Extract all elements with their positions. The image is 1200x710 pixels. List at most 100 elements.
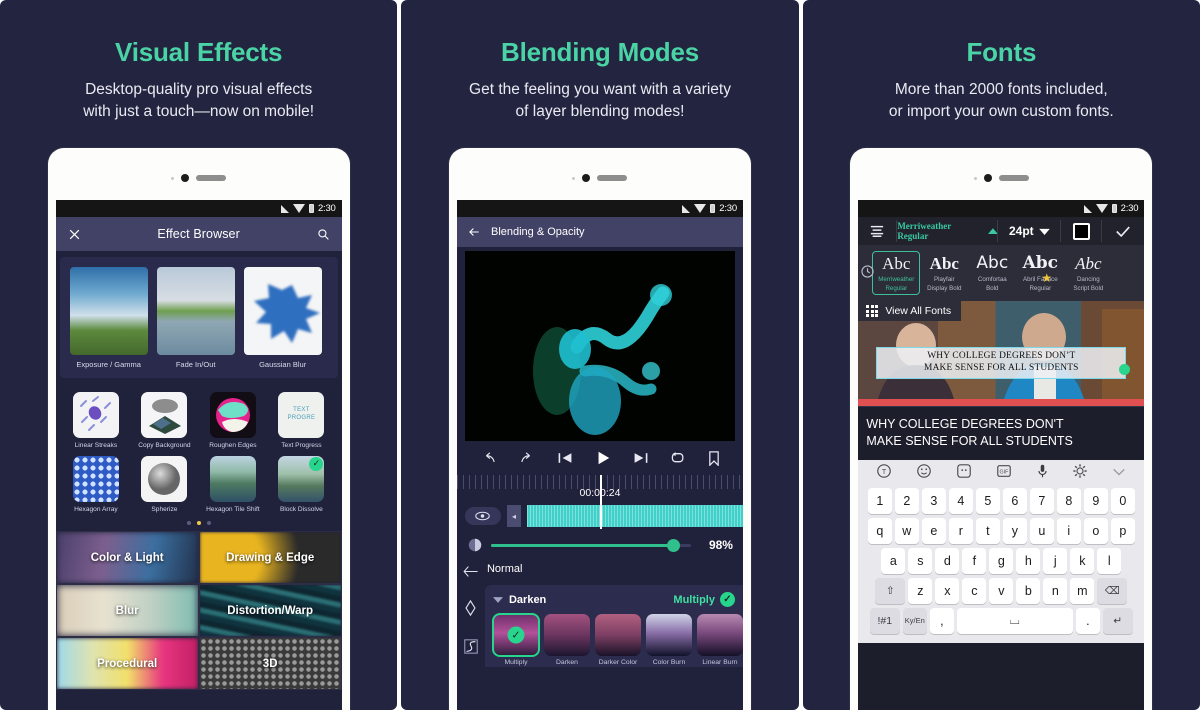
key-b[interactable]: b	[1016, 577, 1041, 604]
effect-item-block-dissolve[interactable]: ✓ Block Dissolve	[269, 455, 334, 514]
effect-list[interactable]: Exposure / Gamma Fade In/Out Gaussian Bl…	[55, 257, 342, 691]
category-procedural[interactable]: Procedural	[55, 637, 199, 691]
effect-item-hexagon-array[interactable]: Hexagon Array	[64, 455, 129, 514]
keyframe-diamond-icon[interactable]	[464, 599, 477, 617]
key-0[interactable]: 0	[1110, 487, 1135, 514]
key-d[interactable]: d	[935, 547, 960, 574]
font-card-abril-fatface-regular[interactable]: Abc Abril Fatface Regular	[1016, 254, 1064, 292]
emoji-icon[interactable]	[916, 463, 932, 482]
featured-effect-item[interactable]: Fade In/Out	[156, 267, 235, 370]
key-q[interactable]: q	[867, 517, 892, 544]
language-key[interactable]: Ky/En	[902, 607, 927, 634]
font-card-merriweather-regular[interactable]: Abc Merriweather Regular	[872, 251, 921, 295]
chevron-down-icon[interactable]	[492, 596, 503, 604]
font-card-playfair-display-bold[interactable]: Abc Playfair Display Bold	[920, 254, 968, 292]
category-3d[interactable]: 3D	[198, 637, 342, 691]
redo-icon[interactable]	[519, 451, 536, 465]
gif-icon[interactable]: GIF	[996, 463, 1012, 482]
video-preview[interactable]	[464, 251, 735, 441]
key-a[interactable]: a	[881, 547, 906, 574]
key-n[interactable]: n	[1043, 577, 1068, 604]
key-1[interactable]: 1	[867, 487, 892, 514]
key-3[interactable]: 3	[921, 487, 946, 514]
playhead[interactable]	[599, 475, 602, 529]
current-blend-mode[interactable]: Normal	[485, 559, 743, 585]
key-k[interactable]: k	[1070, 547, 1095, 574]
undo-icon[interactable]	[480, 451, 497, 465]
loop-icon[interactable]	[670, 451, 686, 466]
comma-key[interactable]: ,	[929, 607, 954, 634]
key-e[interactable]: e	[921, 517, 946, 544]
key-6[interactable]: 6	[1002, 487, 1027, 514]
category-color-and-light[interactable]: Color & Light	[55, 531, 199, 585]
blend-group-header[interactable]: Darken Multiply ✓	[492, 592, 743, 607]
font-carousel[interactable]: Abc Merriweather Regular Abc Playfair Di…	[858, 245, 1145, 301]
blend-mode-item-linear-burn[interactable]: Linear Burn	[696, 614, 743, 667]
symbols-key[interactable]: !#1	[869, 607, 900, 634]
space-key[interactable]: ⌴	[956, 607, 1073, 634]
enter-key[interactable]: ↵	[1102, 607, 1133, 634]
key-x[interactable]: x	[935, 577, 960, 604]
key-i[interactable]: i	[1056, 517, 1081, 544]
font-size-selector[interactable]: 24pt	[998, 217, 1060, 245]
view-all-fonts-button[interactable]: View All Fonts	[858, 301, 962, 321]
key-j[interactable]: j	[1043, 547, 1068, 574]
text-layer-overlay[interactable]: WHY COLLEGE DEGREES DON’T MAKE SENSE FOR…	[876, 347, 1127, 379]
featured-effect-item[interactable]: Gaussian Blur	[243, 267, 322, 370]
opacity-icon[interactable]	[467, 537, 483, 553]
key-2[interactable]: 2	[894, 487, 919, 514]
key-p[interactable]: p	[1110, 517, 1135, 544]
timeline-clip[interactable]	[526, 505, 743, 527]
key-y[interactable]: y	[1002, 517, 1027, 544]
key-8[interactable]: 8	[1056, 487, 1081, 514]
text-rotate-icon[interactable]: T	[876, 463, 892, 482]
key-5[interactable]: 5	[975, 487, 1000, 514]
bookmark-icon[interactable]	[708, 450, 720, 467]
skip-to-start-icon[interactable]	[557, 451, 573, 465]
key-f[interactable]: f	[962, 547, 987, 574]
key-w[interactable]: w	[894, 517, 919, 544]
mic-icon[interactable]	[1036, 463, 1049, 482]
page-dot[interactable]	[206, 521, 211, 526]
featured-effect-item[interactable]: Exposure / Gamma	[69, 267, 148, 370]
page-dot[interactable]	[186, 521, 191, 526]
key-9[interactable]: 9	[1083, 487, 1108, 514]
recent-clock-icon[interactable]	[861, 265, 874, 283]
backspace-key[interactable]: ⌫	[1097, 577, 1128, 604]
blend-mode-item-multiply[interactable]: ✓ Multiply	[491, 613, 540, 667]
effect-item-roughen-edges[interactable]: Roughen Edges	[201, 391, 266, 450]
back-arrow-icon[interactable]	[462, 565, 479, 578]
key-7[interactable]: 7	[1029, 487, 1054, 514]
text-layer-handle[interactable]	[1119, 364, 1131, 375]
key-l[interactable]: l	[1097, 547, 1122, 574]
key-u[interactable]: u	[1029, 517, 1054, 544]
confirm-button[interactable]	[1102, 217, 1144, 245]
timeline-area[interactable]: 00:00:24 ◂	[456, 475, 743, 529]
key-c[interactable]: c	[962, 577, 987, 604]
key-h[interactable]: h	[1016, 547, 1041, 574]
category-distortion-warp[interactable]: Distortion/Warp	[198, 584, 342, 638]
search-icon[interactable]	[317, 228, 330, 241]
text-align-button[interactable]	[858, 217, 896, 245]
category-blur[interactable]: Blur	[55, 584, 199, 638]
key-4[interactable]: 4	[948, 487, 973, 514]
effect-item-hexagon-tile-shift[interactable]: Hexagon Tile Shift	[201, 455, 266, 514]
page-dot-active[interactable]	[196, 521, 201, 526]
opacity-slider[interactable]	[490, 538, 691, 552]
sticker-icon[interactable]	[956, 463, 972, 482]
blend-mode-list[interactable]: ✓ Multiply Darken Darker Color Color Bur…	[491, 613, 743, 667]
font-card-comfortaa-bold[interactable]: Abc Comfortaa Bold	[968, 254, 1016, 292]
key-r[interactable]: r	[948, 517, 973, 544]
blend-mode-item-color-burn[interactable]: Color Burn	[645, 614, 692, 667]
chevron-down-icon[interactable]	[1112, 466, 1126, 480]
pagination-dots[interactable]	[56, 515, 342, 531]
gear-icon[interactable]	[1072, 463, 1088, 482]
skip-to-end-icon[interactable]	[633, 451, 649, 465]
effect-item-spherize[interactable]: Spherize	[132, 455, 197, 514]
blend-mode-item-darken[interactable]: Darken	[543, 614, 590, 667]
easing-curve-icon[interactable]	[463, 638, 479, 655]
key-o[interactable]: o	[1083, 517, 1108, 544]
key-s[interactable]: s	[908, 547, 933, 574]
effect-item-linear-streaks[interactable]: Linear Streaks	[64, 391, 129, 450]
font-name-selector[interactable]: Merriweather Regular	[897, 217, 998, 245]
